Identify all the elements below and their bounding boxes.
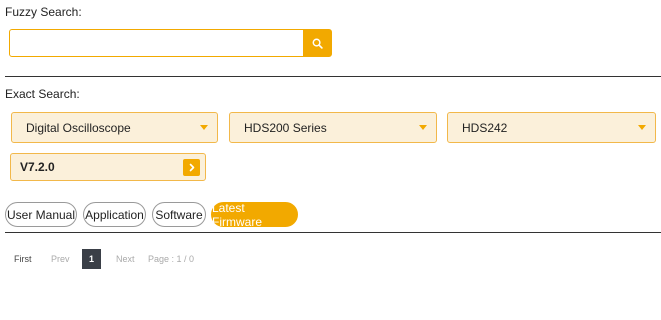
search-icon [312,38,323,49]
fuzzy-search-label: Fuzzy Search: [5,5,82,19]
pagination-prev[interactable]: Prev [51,249,70,269]
product-category-value: Digital Oscilloscope [26,120,131,135]
chevron-right-icon [189,163,194,172]
results-divider [5,232,661,233]
tab-software[interactable]: Software [152,202,206,227]
tab-user-manual[interactable]: User Manual [5,202,77,227]
pagination-next[interactable]: Next [116,249,135,269]
dropdown-caret-icon [419,125,427,130]
pagination-current-page[interactable]: 1 [82,249,101,269]
dropdown-caret-icon [638,125,646,130]
product-model-select[interactable]: HDS242 [447,112,656,143]
product-category-select[interactable]: Digital Oscilloscope [11,112,218,143]
dropdown-caret-icon [200,125,208,130]
product-model-value: HDS242 [462,120,508,135]
fuzzy-search-input[interactable] [9,29,304,57]
product-series-select[interactable]: HDS200 Series [229,112,437,143]
pagination-info: Page : 1 / 0 [148,254,195,264]
tab-latest-firmware[interactable]: Latest Firmware [211,201,298,229]
section-divider [5,76,661,77]
pagination-first[interactable]: First [14,249,32,269]
exact-search-label: Exact Search: [5,87,80,101]
version-go-button[interactable] [183,159,200,176]
version-value: V7.2.0 [20,160,55,174]
fuzzy-search-button[interactable] [303,29,332,57]
download-search-page: Fuzzy Search: Exact Search: Digital Osci… [0,0,661,320]
version-selector[interactable]: V7.2.0 [10,153,206,181]
product-series-value: HDS200 Series [244,120,327,135]
tab-application[interactable]: Application [83,202,146,227]
